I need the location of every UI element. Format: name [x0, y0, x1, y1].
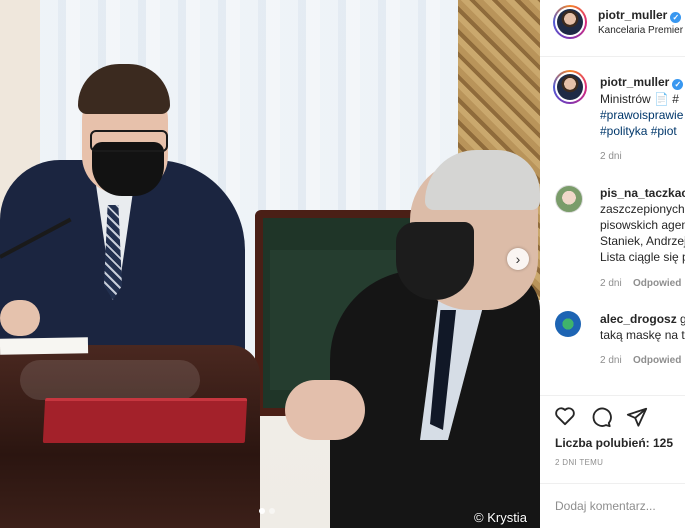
- comment-header-row: alec_drogosz g: [600, 311, 685, 327]
- header-username[interactable]: piotr_muller: [598, 8, 667, 22]
- comment-reply-button[interactable]: Odpowied: [633, 355, 681, 366]
- caption-username[interactable]: piotr_muller: [600, 75, 669, 89]
- red-folder: [42, 398, 248, 443]
- carousel-dot-active: [259, 508, 265, 514]
- header-avatar[interactable]: [553, 5, 587, 39]
- comment-reply-button[interactable]: Odpowied: [633, 278, 681, 289]
- comment-avatar[interactable]: [555, 185, 583, 213]
- verified-badge-icon: ✓: [670, 12, 682, 23]
- action-bar: [540, 395, 685, 436]
- post-date[interactable]: 2 DNI TEMU: [555, 458, 603, 467]
- comment-icon[interactable]: [590, 406, 612, 428]
- post-sidebar: piotr_muller ✓ Kancelaria Premier piotr_m…: [540, 0, 685, 528]
- carousel-dot: [269, 508, 275, 514]
- man-left-hand: [0, 300, 40, 336]
- likes-count[interactable]: Liczba polubień: 125: [555, 436, 673, 450]
- comment-text-line: zaszczepionych: [600, 202, 685, 216]
- man-right-hands: [285, 380, 365, 440]
- comment-username[interactable]: alec_drogosz: [600, 312, 677, 326]
- comment-text-line: Staniek, Andrzej: [600, 234, 685, 248]
- carousel-next-button[interactable]: ›: [507, 248, 529, 270]
- caption-hashtag-line-2[interactable]: #prawoisprawie: [600, 107, 683, 123]
- comment-text-start: g: [680, 312, 685, 326]
- comment-time[interactable]: 2 dni: [600, 355, 622, 366]
- avatar-image: [557, 9, 583, 35]
- post-photo[interactable]: › © Krystia: [0, 0, 540, 528]
- papers: [0, 337, 89, 355]
- man-left-glasses: [90, 130, 168, 152]
- comment-text-line: Lista ciągle się p: [600, 250, 685, 264]
- verified-badge-icon: ✓: [672, 79, 684, 90]
- comment-text-line: taką maskę na t: [600, 328, 685, 342]
- caption-hashtag-line-3[interactable]: #polityka #piot: [600, 123, 677, 139]
- comment-text-line: pisowskich agen: [600, 218, 685, 232]
- add-comment-input[interactable]: Dodaj komentarz...: [555, 499, 656, 513]
- table-reflection: [20, 360, 200, 400]
- header-location[interactable]: Kancelaria Premier: [598, 25, 683, 36]
- caption-time[interactable]: 2 dni: [600, 151, 622, 162]
- carousel-dots: [259, 508, 275, 514]
- add-comment-bar[interactable]: Dodaj komentarz...: [540, 483, 685, 528]
- header-username-row[interactable]: piotr_muller ✓: [598, 8, 682, 23]
- photo-credit: © Krystia: [474, 510, 527, 525]
- man-right-mask: [396, 222, 474, 300]
- caption-line-1: Ministrów 📄 #: [600, 92, 679, 106]
- comment-avatar[interactable]: [555, 311, 581, 337]
- comment-time[interactable]: 2 dni: [600, 278, 622, 289]
- share-icon[interactable]: [626, 406, 648, 428]
- caption-username-row[interactable]: piotr_muller ✓: [600, 75, 684, 90]
- avatar-image: [557, 74, 583, 100]
- comment-username[interactable]: pis_na_taczkach: [600, 186, 685, 200]
- post-header: piotr_muller ✓ Kancelaria Premier: [540, 0, 685, 57]
- caption-avatar[interactable]: [553, 70, 587, 104]
- heart-icon[interactable]: [554, 406, 576, 426]
